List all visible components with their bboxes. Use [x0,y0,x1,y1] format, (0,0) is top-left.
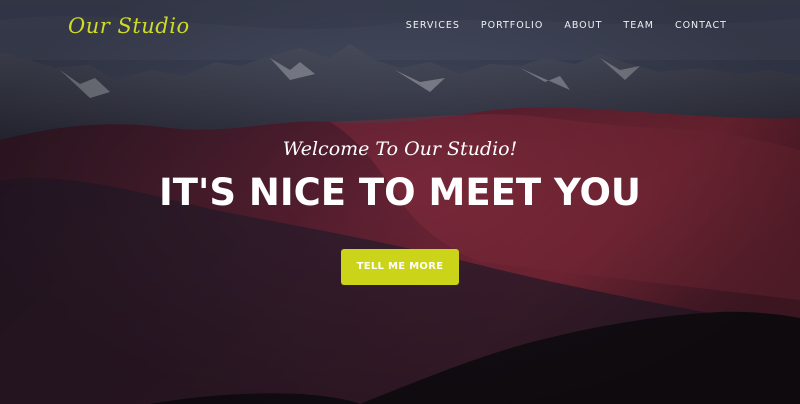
brand-logo[interactable]: Our Studio [68,14,190,38]
hero-subheading: Welcome To Our Studio! [282,138,518,160]
nav-item-about[interactable]: ABOUT [564,20,602,31]
nav-item-team[interactable]: TEAM [623,20,654,31]
top-navigation: Our Studio SERVICES PORTFOLIO ABOUT TEAM… [0,0,800,52]
tell-me-more-button[interactable]: TELL ME MORE [341,249,459,285]
nav-item-services[interactable]: SERVICES [406,20,460,31]
hero-section: Our Studio SERVICES PORTFOLIO ABOUT TEAM… [0,0,800,404]
nav-menu: SERVICES PORTFOLIO ABOUT TEAM CONTACT [385,20,727,31]
nav-item-portfolio[interactable]: PORTFOLIO [481,20,543,31]
hero-heading: IT'S NICE TO MEET YOU [159,171,641,214]
nav-item-contact[interactable]: CONTACT [675,20,727,31]
